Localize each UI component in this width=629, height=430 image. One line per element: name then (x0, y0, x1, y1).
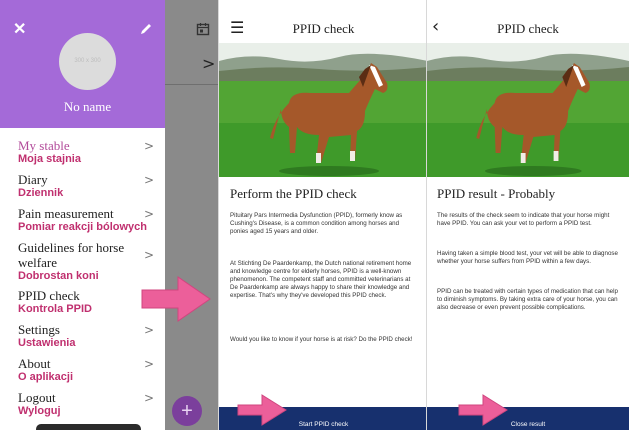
menu-item-logout[interactable]: Logout Wyloguj > (18, 390, 160, 417)
paragraph: The results of the check seem to indicat… (437, 212, 610, 227)
chevron-right-icon: > (143, 357, 154, 371)
section-heading: PPID result - Probably (437, 186, 556, 201)
user-name: No name (63, 99, 112, 114)
menu-item-translation: Ustawienia (18, 337, 76, 349)
annotation-arrow-icon (458, 394, 508, 426)
paragraph: At Stichting De Paardenkamp, the Dutch n… (230, 260, 412, 299)
annotation-arrow-icon (237, 394, 287, 426)
home-indicator (36, 424, 141, 430)
page-title: PPID check (292, 21, 355, 36)
top-bar: ☰ PPID check (219, 0, 428, 43)
ppid-result-screen: ‹ PPID check PPID result - Probably The … (427, 0, 629, 430)
paragraph: PPID can be treated with certain types o… (437, 288, 618, 311)
navigation-drawer: ✕ 300 x 300 No name My stable Moja stajn… (0, 0, 165, 430)
menu-item-settings[interactable]: Settings Ustawienia > (18, 322, 160, 349)
menu-item-diary[interactable]: Diary Dziennik > (18, 172, 160, 199)
chevron-right-icon: > (202, 54, 216, 73)
menu-item-label: About (18, 356, 51, 371)
menu-item-my-stable[interactable]: My stable Moja stajnia > (18, 138, 160, 165)
add-button[interactable]: + (172, 396, 202, 426)
calendar-icon (196, 23, 210, 36)
chevron-right-icon: > (143, 139, 154, 153)
menu-item-translation: Kontrola PPID (18, 303, 92, 315)
paragraph: Would you like to know if your horse is … (230, 336, 413, 343)
divider (165, 84, 218, 85)
menu-item-about[interactable]: About O aplikacji > (18, 356, 160, 383)
drawer-header: ✕ 300 x 300 No name (0, 0, 165, 128)
menu-item-label: PPID check (18, 288, 80, 303)
menu-item-translation: Dziennik (18, 187, 64, 199)
chevron-right-icon: > (143, 248, 154, 262)
close-icon[interactable]: ✕ (13, 19, 26, 39)
paragraph: Pituitary Pars Intermedia Dysfunction (P… (230, 212, 403, 235)
chevron-right-icon: > (143, 391, 154, 405)
annotation-arrow-icon (141, 276, 211, 322)
ppid-check-screen: ☰ PPID check Perform the PPID check Pitu… (219, 0, 428, 430)
menu-item-pain-measurement[interactable]: Pain measurement Pomiar reakcji bólowych… (18, 206, 160, 233)
menu-item-label: My stable (18, 138, 70, 153)
menu-item-guidelines[interactable]: Guidelines for horse welfare Dobrostan k… (18, 240, 154, 282)
menu-item-translation: Pomiar reakcji bólowych (18, 221, 147, 233)
horse-photo (219, 43, 428, 177)
section-heading: Perform the PPID check (230, 186, 357, 201)
menu-item-label: Settings (18, 322, 60, 337)
menu-item-label: Pain measurement (18, 206, 114, 221)
horse-photo (427, 43, 629, 177)
paragraph: Having taken a simple blood test, your v… (437, 250, 618, 265)
menu-item-label: Logout (18, 390, 56, 405)
menu-item-translation: Dobrostan koni (18, 270, 99, 282)
page-title: PPID check (497, 21, 559, 36)
menu-item-ppid-check[interactable]: PPID check Kontrola PPID (18, 288, 160, 315)
top-bar: ‹ PPID check (427, 0, 629, 43)
chevron-right-icon: > (143, 207, 154, 221)
edit-icon[interactable] (139, 22, 153, 36)
chevron-right-icon: > (143, 173, 154, 187)
menu-item-translation: Wyloguj (18, 405, 61, 417)
menu-item-label: Diary (18, 172, 48, 187)
drawer-screen: > + ✕ 300 x 300 No name My stable Moja s… (0, 0, 218, 430)
menu-item-translation: Moja stajnia (18, 153, 81, 165)
avatar[interactable]: 300 x 300 (59, 33, 116, 90)
chevron-right-icon: > (143, 323, 154, 337)
menu-item-label: Guidelines for horse welfare (18, 240, 125, 270)
menu-item-translation: O aplikacji (18, 371, 74, 383)
